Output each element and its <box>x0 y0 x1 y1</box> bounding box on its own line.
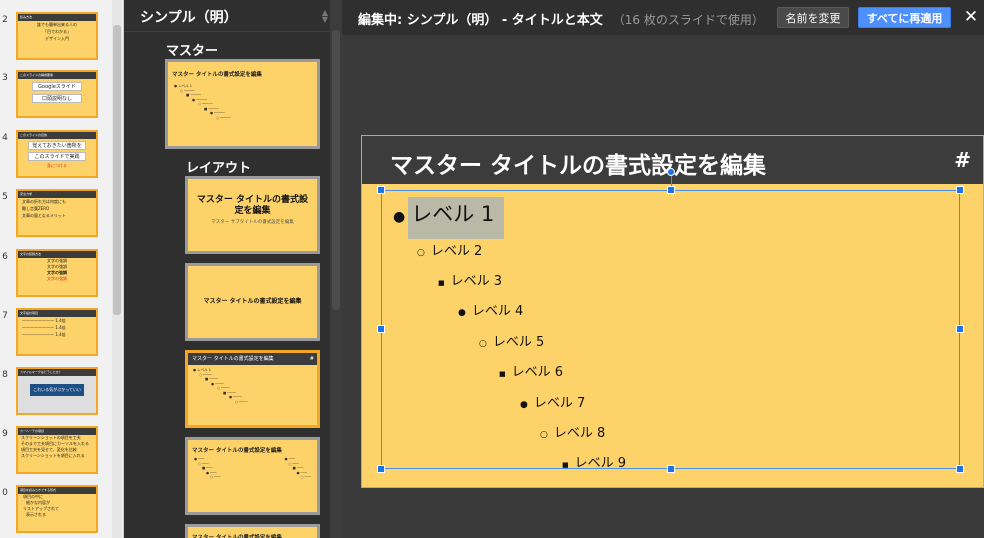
layout-section-header[interactable]: マスター タイトルの書式設定を編集 <box>185 263 320 341</box>
layout-two-column[interactable]: マスター タイトルの書式設定を編集 ● ─── ○ ─── ■ ─── ● ──… <box>185 437 320 515</box>
layout-columns: ● ─── ○ ─── ■ ─── ● ─── ○ ─── ● ─── ○ ──… <box>188 454 317 480</box>
master-thumbnail[interactable]: マスター タイトルの書式設定を編集 ● レベル 1 ○ ───── ■ ────… <box>165 59 320 149</box>
filmstrip-slide-7[interactable]: 文字設計項目 ———————— 1.4倍 ———————— 1.4倍 —————… <box>16 308 98 356</box>
filmstrip-slide-head: 項目を読みさきでする形式 <box>18 487 96 494</box>
filmstrip-slide-head: このスライドの構成要素 <box>18 72 96 79</box>
theme-title: シンプル（明） <box>140 10 238 26</box>
slide-number: 4 <box>2 133 8 143</box>
layout-title-slide[interactable]: マスター タイトルの書式設定を編集 マスター サブタイトルの書式設定を編集 <box>185 176 320 254</box>
filmstrip-slide-head: 文字設計項目 <box>18 310 96 317</box>
filmstrip-slide-line: ———————— 1.4倍 <box>22 318 66 323</box>
layout-level-line: ○ ─── <box>210 475 221 479</box>
resize-handle-w[interactable] <box>377 325 385 333</box>
filmstrip-slide-box: 覚えておきたい箇所を <box>28 141 86 150</box>
resize-handle-nw[interactable] <box>377 186 385 194</box>
slide-number-placeholder[interactable]: # <box>954 148 971 172</box>
theme-sort-icon[interactable]: ▲ ▼ <box>322 9 328 24</box>
rotation-handle[interactable] <box>667 168 675 176</box>
filmstrip: 2 読み方法 誰でも簡単出来る人の 「目でわかる」 デザイン入門 3 このスライ… <box>0 0 124 538</box>
filmstrip-slide-4[interactable]: このスライドの目的 覚えておきたい箇所を このスライドで実践 身につける <box>16 130 98 178</box>
filmstrip-slide-head: このスライドの目的 <box>18 132 96 139</box>
layout-column: ● ─── ○ ─── ■ ─── ● ─── ○ ─── <box>285 457 312 480</box>
filmstrip-slide-head: 文字の装飾方法 <box>18 251 96 258</box>
filmstrip-slide-line: スクリーンショットを項目に入れる <box>21 453 85 458</box>
layout-column: ● ─── ○ ─── ■ ─── ● ─── ○ ─── <box>194 457 221 480</box>
panel-header: シンプル（明） ▲ ▼ <box>124 0 342 32</box>
filmstrip-slide-8[interactable]: スマイルマークはどうしたか？ これいる気がぶかっていい <box>16 367 98 415</box>
resize-handle-sw[interactable] <box>377 465 385 473</box>
editing-layout-name: 編集中: シンプル（明） - タイトルと本文 <box>358 13 603 28</box>
filmstrip-slide-head: 読み方法 <box>18 14 96 21</box>
master-thumb-title: マスター タイトルの書式設定を編集 <box>172 72 262 78</box>
filmstrip-slide-head: 安全力学 <box>18 191 96 198</box>
reapply-all-button[interactable]: すべてに再適用 <box>858 7 951 28</box>
slide-header-bar: マスター タイトルの書式設定を編集 # <box>362 136 983 184</box>
body-placeholder-selection[interactable] <box>381 190 960 469</box>
slide-title-placeholder[interactable]: マスター タイトルの書式設定を編集 <box>390 146 766 180</box>
filmstrip-slide-line: 「目でわかる」 <box>43 29 71 34</box>
filmstrip-slide-box: Googleスライド <box>32 82 82 91</box>
layout-level-line: ○ ─── <box>300 475 312 479</box>
layout-subtitle-text: マスター サブタイトルの書式設定を編集 <box>211 220 294 225</box>
filmstrip-slide-line: 表示される <box>26 512 46 517</box>
layout-title-only[interactable]: マスター タイトルの書式設定を編集 <box>185 524 320 538</box>
resize-handle-e[interactable] <box>956 325 964 333</box>
layout-title-text: マスター タイトルの書式設定を編集 <box>192 356 274 362</box>
master-thumb-level-line: ○ ───── <box>216 115 231 120</box>
slide-number: 3 <box>2 73 8 83</box>
slide-number: 6 <box>2 252 8 262</box>
layout-title-text: マスター タイトルの書式設定を編集 <box>192 448 282 454</box>
layout-title-and-body[interactable]: マスター タイトルの書式設定を編集 # ● レベル 1 ○ ──── ■ ───… <box>185 350 320 428</box>
layout-level-line: ○ ──── <box>235 399 248 404</box>
filmstrip-slide-line: ———————— 1.4倍 <box>22 332 66 337</box>
resize-handle-se[interactable] <box>956 465 964 473</box>
filmstrip-slide-line: 文章の量となるメリット <box>22 213 66 218</box>
filmstrip-slide-5[interactable]: 安全力学 文章の折れ方は何度にも 難し言葉ZERO 文章の量となるメリット <box>16 189 98 237</box>
layout-header: マスター タイトルの書式設定を編集 # <box>188 353 317 365</box>
filmstrip-slide-head: スマイルマークはどうしたか？ <box>18 369 96 376</box>
filmstrip-slide-6[interactable]: 文字の装飾方法 文字の強調 文字の強調 文字の強調 文字の強調 <box>16 249 98 297</box>
editor-toolbar: 編集中: シンプル（明） - タイトルと本文 （16 枚のスライドで使用） 名前を… <box>342 0 984 35</box>
filmstrip-slide-line: 文章の折れ方は何度にも <box>22 199 66 204</box>
layout-title-text: マスター タイトルの書式設定を編集 <box>192 535 282 538</box>
filmstrip-slide-line: 難し言葉ZERO <box>22 206 50 211</box>
filmstrip-slide-10[interactable]: 項目を読みさきでする形式 項目の中に 細かな内容が リストアップされて 表示され… <box>16 485 98 533</box>
slide-number: 2 <box>2 15 8 25</box>
filmstrip-slide-box: このスライドで実践 <box>28 152 86 161</box>
slide-number: 8 <box>2 370 8 380</box>
filmstrip-slide-red-line: 身につける <box>47 163 67 168</box>
layout-section-label: レイアウト <box>186 161 252 176</box>
resize-handle-ne[interactable] <box>956 186 964 194</box>
rename-button[interactable]: 名前を変更 <box>777 7 849 28</box>
resize-handle-n[interactable] <box>667 186 675 194</box>
master-section-label: マスター <box>166 44 219 59</box>
filmstrip-slide-line: デザイン入門 <box>45 36 69 41</box>
panel-scrollbar-thumb[interactable] <box>332 30 340 310</box>
slide-number-hash: # <box>309 356 314 362</box>
filmstrip-slide-line: 誰でも簡単出来る人の <box>37 22 77 27</box>
layout-usage-count: （16 枚のスライドで使用） <box>612 13 764 27</box>
filmstrip-slide-head: カーヘーテの項目 <box>18 428 96 435</box>
slide-number: 5 <box>2 192 8 202</box>
slide-number: 0 <box>2 488 8 498</box>
layout-title-text: マスター タイトルの書式設定を編集 <box>203 298 302 305</box>
editing-status: 編集中: シンプル（明） - タイトルと本文 （16 枚のスライドで使用） <box>358 9 764 28</box>
filmstrip-slide-3[interactable]: このスライドの構成要素 Googleスライド 口頭説明なし <box>16 70 98 118</box>
filmstrip-slide-2[interactable]: 読み方法 誰でも簡単出来る人の 「目でわかる」 デザイン入門 <box>16 12 98 60</box>
filmstrip-slide-line: ———————— 1.4倍 <box>22 325 66 330</box>
filmstrip-slide-blue-box: これいる気がぶかっていい <box>30 384 84 396</box>
filmstrip-slide-9[interactable]: カーヘーテの項目 スクリーンショットの項目を工夫 そのまで工夫項目にカーソルを入… <box>16 426 98 474</box>
layout-title-text: マスター タイトルの書式設定を編集 <box>196 195 309 216</box>
filmstrip-slide-box: 口頭説明なし <box>32 94 82 103</box>
slide-number: 7 <box>2 311 8 321</box>
close-icon[interactable]: ✕ <box>962 6 980 28</box>
filmstrip-scrollbar-thumb[interactable] <box>113 25 121 315</box>
resize-handle-s[interactable] <box>667 465 675 473</box>
slide-number: 9 <box>2 429 8 439</box>
filmstrip-slide-line: 文字の強調 <box>47 276 67 281</box>
